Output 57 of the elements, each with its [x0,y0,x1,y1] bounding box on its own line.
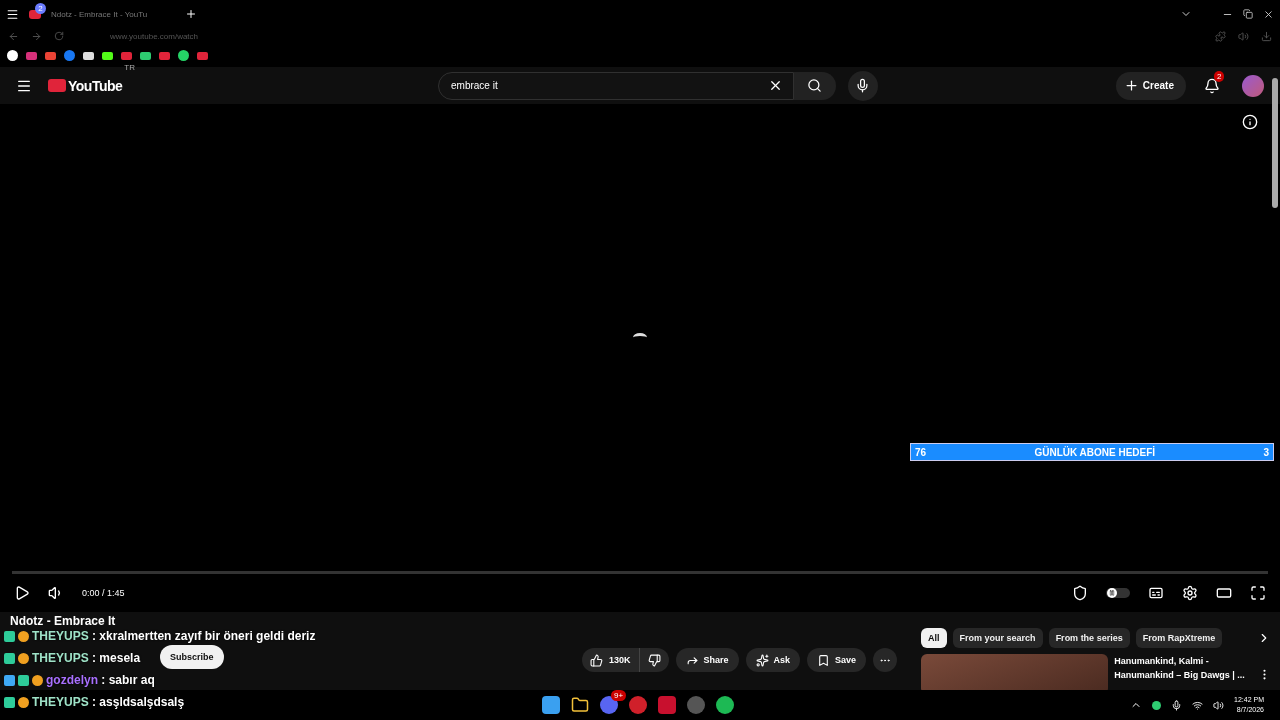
autoplay-toggle[interactable] [1106,588,1130,598]
shield-icon[interactable] [1072,585,1088,601]
notification-badge: 2 [1214,70,1225,82]
filter-chip[interactable]: From the series [1048,628,1130,648]
discord-badge: 9+ [611,690,627,701]
speaker-icon[interactable] [1213,699,1225,711]
chat-message: THEYUPS : asşldsalşdsalş [32,695,185,709]
mic-button[interactable] [848,70,878,101]
recommendation-title[interactable]: Hanumankind, Kalmi - Hanumankind – Big Dawgs | ... [1114,654,1253,690]
plus-icon [1123,78,1139,93]
bell-icon[interactable] [1204,77,1220,94]
captions-icon[interactable] [1148,585,1164,601]
goal-count: 76 [915,446,927,458]
info-icon[interactable] [1242,114,1258,130]
avatar[interactable] [1242,74,1264,97]
subscribe-button[interactable]: Subscribe [160,645,224,669]
thumbnail-placeholder[interactable] [921,654,1109,690]
close-icon[interactable] [1263,8,1274,20]
fullscreen-icon[interactable] [1250,585,1266,601]
filter-chip[interactable]: From RapXtreme [1135,628,1223,648]
close-icon[interactable] [768,78,783,93]
time-display: 0:00 / 1:45 [82,588,125,598]
plus-icon[interactable] [185,8,197,20]
search-input[interactable]: embrace it [449,79,768,92]
logo-text[interactable]: YouTube [68,77,123,94]
search-field[interactable]: embrace it [438,71,794,100]
filter-chip[interactable]: From your search [952,628,1043,648]
ask-icon [755,653,769,667]
chat-message: THEYUPS : mesela [32,651,141,665]
save-icon [817,653,831,667]
thumbs-up-icon [590,653,603,667]
scrollbar[interactable] [1272,78,1278,208]
goal-target: 3 [1263,446,1269,458]
menu-icon[interactable] [6,7,19,21]
network-icon[interactable] [1192,699,1204,711]
search-icon [807,78,823,93]
create-button[interactable]: Create [1115,71,1186,100]
mic-icon[interactable] [1171,699,1183,711]
region-code: TR [124,63,135,72]
status-icon[interactable] [1152,700,1162,710]
chat-message: THEYUPS : xkralmertten zayıf bir öneri geldi deriz [32,629,316,643]
video-title: Ndotz - Embrace It [10,614,116,628]
theater-icon[interactable] [1216,585,1232,601]
folder-icon[interactable] [571,696,589,714]
tab-badge: 2 [35,2,46,14]
share-button[interactable]: Share [675,648,739,672]
browser-tab[interactable]: Ndotz - Embrace It - YouTu [51,9,175,19]
settings-icon[interactable] [1182,585,1198,601]
save-button[interactable]: Save [807,648,867,672]
pause-icon [1109,590,1115,596]
chat-message: gozdelyn : sabır aq [46,673,155,687]
goal-title: GÜNLÜK ABONE HEDEFİ [1034,446,1156,458]
search-button[interactable] [794,71,836,100]
ask-button[interactable]: Ask [745,648,801,672]
restore-icon[interactable] [1243,9,1253,19]
mic-icon [855,78,871,93]
filter-chip[interactable]: All [921,628,947,648]
